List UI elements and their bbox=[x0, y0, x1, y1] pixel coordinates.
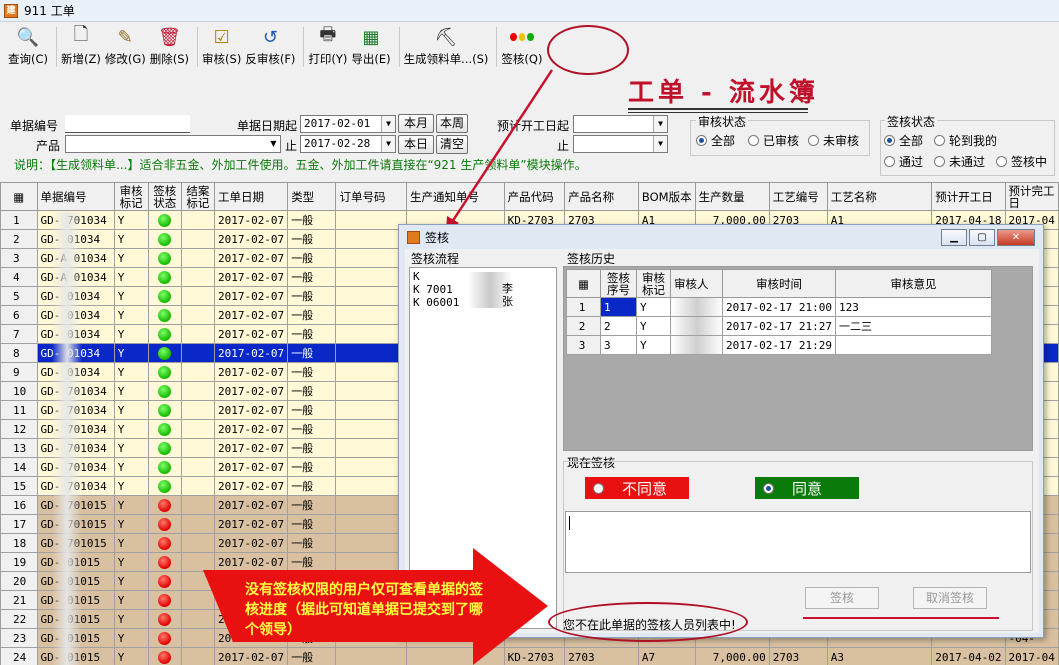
history-cell bbox=[670, 297, 723, 317]
history-row[interactable]: 3 3 Y 2017-02-17 21:29 bbox=[566, 335, 992, 355]
maximize-icon[interactable]: ▢ bbox=[969, 229, 995, 246]
history-cell: Y bbox=[636, 297, 671, 317]
column-header[interactable]: 审核人 bbox=[670, 269, 723, 298]
column-header[interactable]: 审核意见 bbox=[834, 269, 992, 298]
sign-button[interactable]: 签核 bbox=[805, 587, 879, 609]
row-number: 3 bbox=[566, 335, 601, 355]
history-cell bbox=[670, 316, 723, 336]
history-cell: 1 bbox=[600, 297, 637, 317]
history-cell: 2017-02-17 21:27 bbox=[722, 316, 836, 336]
history-cell: 一二三 bbox=[834, 316, 992, 336]
flow-label: 签核流程 bbox=[411, 252, 460, 266]
app-icon bbox=[407, 230, 420, 244]
disagree-option[interactable]: 不同意 bbox=[585, 477, 689, 499]
history-cell bbox=[834, 335, 992, 355]
history-cell: 2017-02-17 21:00 bbox=[722, 297, 836, 317]
radio-icon[interactable] bbox=[763, 482, 774, 494]
radio-icon[interactable] bbox=[593, 482, 604, 494]
row-number: 1 bbox=[566, 297, 601, 317]
highlight-underline bbox=[803, 617, 999, 619]
history-label: 签核历史 bbox=[567, 252, 616, 266]
agree-label: 同意 bbox=[792, 479, 823, 498]
history-panel: ▦ 签核序号 审核标记 审核人 审核时间 审核意见 1 1 Y 2017-02-17 21:00… bbox=[563, 266, 1033, 451]
disagree-label: 不同意 bbox=[622, 479, 668, 498]
dialog-title: 签核 bbox=[425, 230, 450, 245]
minimize-icon[interactable]: ▁ bbox=[941, 229, 967, 246]
grid-corner-icon: ▦ bbox=[566, 269, 601, 298]
column-header[interactable]: 审核标记 bbox=[636, 269, 671, 298]
history-cell: Y bbox=[636, 316, 671, 336]
history-row[interactable]: 1 1 Y 2017-02-17 21:00 123 bbox=[566, 297, 992, 317]
history-cell: 2 bbox=[600, 316, 637, 336]
flow-approver-name: 张 bbox=[502, 295, 513, 308]
callout-arrow: 没有签核权限的用户仅可查看单据的签核进度（据此可知道单据已提交到了哪个领导） bbox=[203, 548, 553, 665]
cancel-sign-button[interactable]: 取消签核 bbox=[913, 587, 987, 609]
history-row[interactable]: 2 2 Y 2017-02-17 21:27 一二三 bbox=[566, 316, 992, 336]
column-header[interactable]: 审核时间 bbox=[722, 269, 836, 298]
history-cell: Y bbox=[636, 335, 671, 355]
opinion-textarea[interactable] bbox=[565, 511, 1031, 573]
history-cell: 2017-02-17 21:29 bbox=[722, 335, 836, 355]
column-header[interactable]: 签核序号 bbox=[600, 269, 637, 298]
history-cell: 3 bbox=[600, 335, 637, 355]
status-message: 您不在此单据的签核人员列表中! bbox=[563, 618, 736, 632]
close-icon[interactable]: ✕ bbox=[997, 229, 1035, 246]
row-number: 2 bbox=[566, 316, 601, 336]
flow-approver-names: 李张 bbox=[502, 282, 513, 308]
flow-approver-name: 李 bbox=[502, 282, 513, 295]
history-cell bbox=[670, 335, 723, 355]
agree-option[interactable]: 同意 bbox=[755, 477, 859, 499]
callout-text: 没有签核权限的用户仅可查看单据的签核进度（据此可知道单据已提交到了哪个领导） bbox=[245, 582, 483, 638]
history-cell: 123 bbox=[834, 297, 992, 317]
